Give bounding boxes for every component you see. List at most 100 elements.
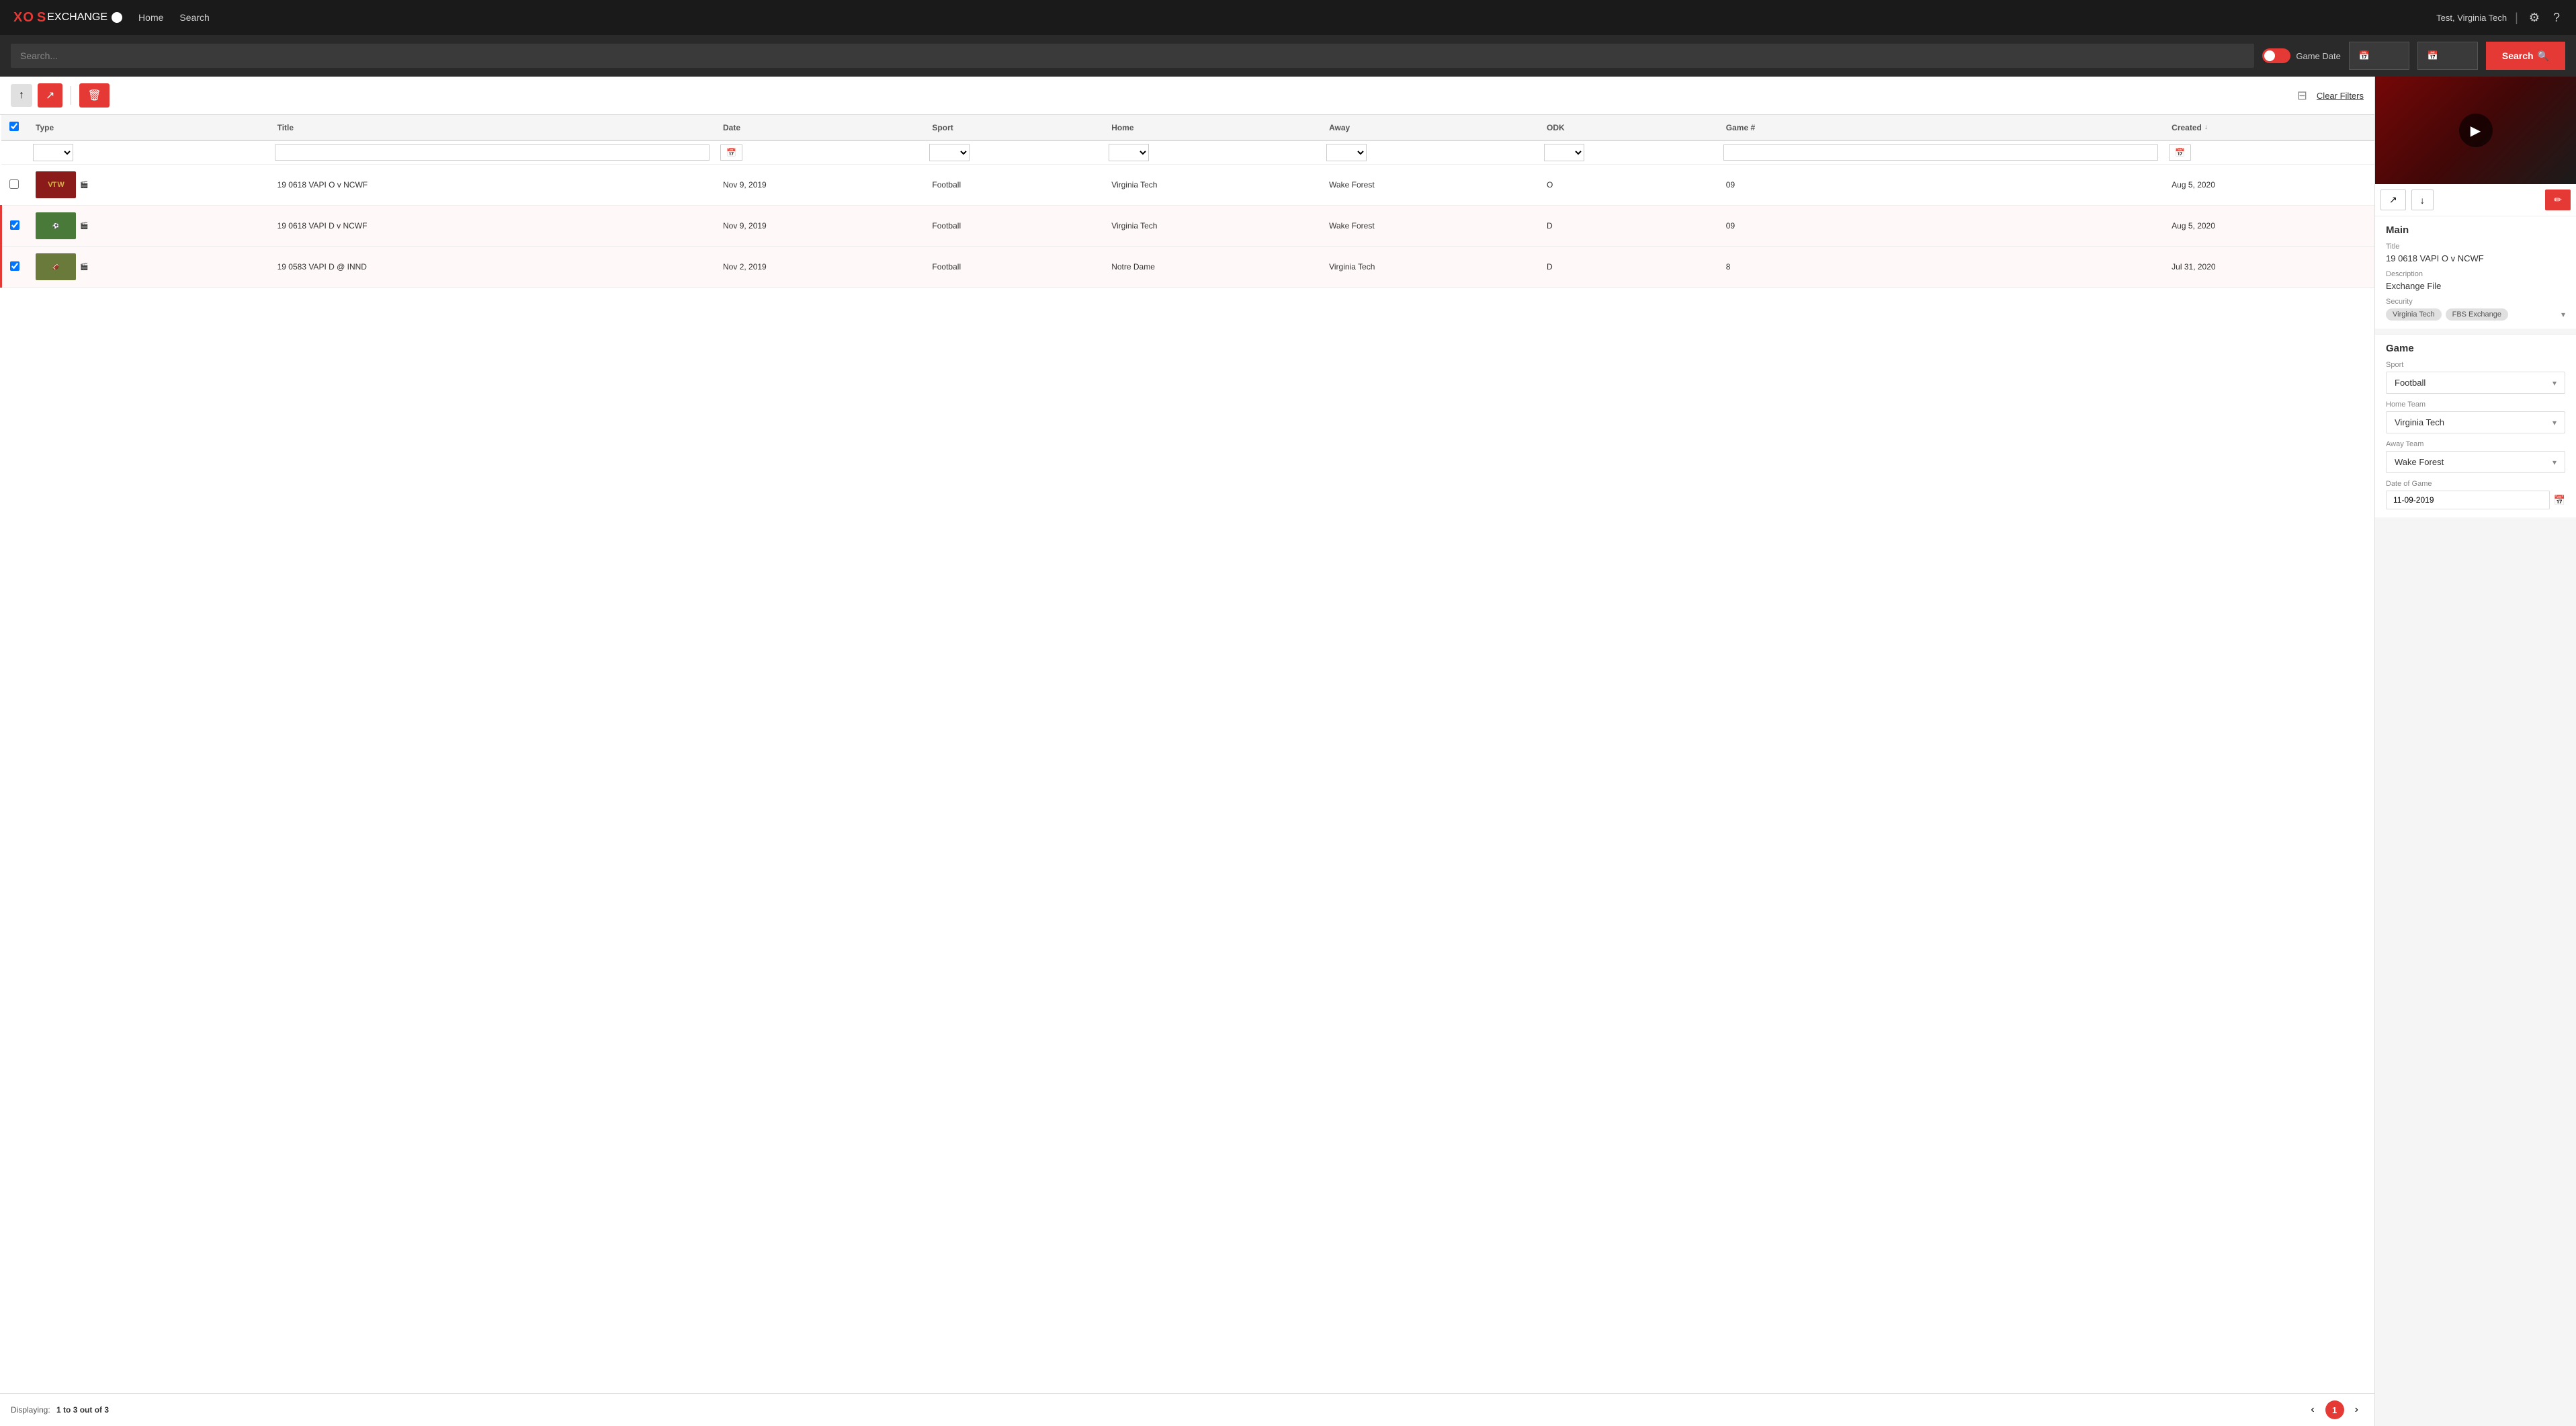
row-checkbox-2[interactable] [10, 220, 19, 230]
toggle-track[interactable] [2262, 48, 2290, 63]
security-tag-fbs: FBS Exchange [2446, 308, 2508, 321]
prev-page-button[interactable]: ‹ [2305, 1401, 2319, 1419]
security-tag-vt: Virginia Tech [2386, 308, 2442, 321]
filter-icon-button[interactable]: ⊟ [2293, 85, 2311, 107]
date-of-game-input[interactable] [2386, 491, 2550, 509]
search-icon: 🔍 [2538, 50, 2549, 62]
delete-button[interactable]: 🗑 [79, 83, 109, 108]
type-filter-select[interactable] [33, 144, 73, 161]
settings-button[interactable]: ⚙ [2526, 8, 2542, 28]
share-icon: ↗ [46, 89, 54, 102]
row-checkbox-cell[interactable] [1, 165, 28, 206]
row-home-1: Virginia Tech [1103, 165, 1321, 206]
detail-main-section: Main Title 19 0618 VAPI O v NCWF Descrip… [2375, 216, 2576, 329]
top-navigation: XOS EXCHANGE Home Search Test, Virginia … [0, 0, 2576, 35]
table-row[interactable]: VT W 🎬 19 0618 VAPI O v NCWF Nov 9, 2019… [1, 165, 2375, 206]
toggle-thumb [2264, 50, 2275, 61]
filter-game-num[interactable] [1718, 140, 2163, 165]
row-sport-2: Football [924, 206, 1103, 247]
logo-exchange: EXCHANGE [47, 11, 108, 24]
sport-label: Sport [2386, 361, 2565, 369]
preview-share-button[interactable]: ↗ [2380, 190, 2406, 210]
title-filter-input[interactable] [275, 144, 710, 161]
next-page-button[interactable]: › [2350, 1401, 2364, 1419]
row-created-1: Aug 5, 2020 [2163, 165, 2374, 206]
game-section-title: Game [2386, 343, 2565, 354]
col-created: Created ↓ [2163, 115, 2374, 140]
row-checkbox-cell[interactable] [1, 247, 28, 288]
home-team-label: Home Team [2386, 401, 2565, 409]
main-layout: ↑ ↗ 🗑 ⊟ Clear Filters [0, 77, 2576, 1426]
nav-home[interactable]: Home [138, 12, 163, 23]
row-checkbox-3[interactable] [10, 261, 19, 271]
thumb-cell-2: ⚽ 🎬 [36, 212, 261, 239]
search-input-wrap [11, 44, 2254, 68]
row-checkbox-cell[interactable] [1, 206, 28, 247]
date-of-game-calendar-icon[interactable]: 📅 [2554, 495, 2565, 506]
row-type-3: 🏈 🎬 [28, 247, 269, 288]
nav-right: Test, Virginia Tech | ⚙ ? [2436, 8, 2563, 28]
row-date-3: Nov 2, 2019 [715, 247, 924, 288]
current-page[interactable]: 1 [2325, 1400, 2344, 1419]
table-row[interactable]: 🏈 🎬 19 0583 VAPI D @ INND Nov 2, 2019 Fo… [1, 247, 2375, 288]
clear-filters-button[interactable]: Clear Filters [2317, 91, 2364, 101]
row-title-1: 19 0618 VAPI O v NCWF [269, 165, 715, 206]
created-filter-button[interactable]: 📅 [2169, 144, 2191, 161]
game-date-toggle[interactable] [2262, 48, 2290, 63]
select-all-checkbox[interactable] [9, 122, 19, 131]
thumb-cell-3: 🏈 🎬 [36, 253, 261, 280]
calendar-icon: 📅 [2359, 50, 2370, 61]
logo-xo: XO [13, 10, 34, 26]
thumb-cell-1: VT W 🎬 [36, 171, 261, 198]
away-team-dropdown[interactable]: Wake Forest ▾ [2386, 451, 2565, 473]
away-filter-select[interactable] [1326, 144, 1367, 161]
share-button[interactable]: ↗ [38, 83, 62, 108]
game-num-filter-input[interactable] [1723, 144, 2158, 161]
filter-sport[interactable] [924, 140, 1103, 165]
sport-dropdown[interactable]: Football ▾ [2386, 372, 2565, 394]
filter-date[interactable]: 📅 [715, 140, 924, 165]
filter-row: 📅 [1, 140, 2375, 165]
row-home-2: Virginia Tech [1103, 206, 1321, 247]
row-checkbox-1[interactable] [9, 179, 19, 189]
play-button[interactable]: ▶ [2459, 114, 2493, 147]
row-game-3: 8 [1718, 247, 2163, 288]
col-home: Home [1103, 115, 1321, 140]
preview-actions: ↗ ↓ ✏ [2375, 184, 2576, 216]
select-all-header[interactable] [1, 115, 28, 140]
preview-download-button[interactable]: ↓ [2411, 190, 2434, 210]
date-filter-button[interactable]: 📅 [720, 144, 742, 161]
table-row[interactable]: ⚽ 🎬 19 0618 VAPI D v NCWF Nov 9, 2019 Fo… [1, 206, 2375, 247]
home-dropdown-arrow: ▾ [2552, 418, 2557, 427]
calendar-icon-2: 📅 [2428, 50, 2438, 61]
table-wrap: Type Title Date Sport Home Away ODK Game… [0, 115, 2374, 1393]
filter-home[interactable] [1103, 140, 1321, 165]
start-date-picker[interactable]: 📅 [2349, 42, 2409, 70]
filter-odk[interactable] [1539, 140, 1718, 165]
description-label: Description [2386, 270, 2565, 278]
security-label: Security [2386, 298, 2565, 306]
end-date-picker[interactable]: 📅 [2417, 42, 2478, 70]
search-input[interactable] [11, 44, 2254, 68]
preview-edit-button[interactable]: ✏ [2545, 190, 2571, 210]
search-bar-row: Game Date 📅 📅 Search 🔍 [0, 35, 2576, 77]
home-filter-select[interactable] [1109, 144, 1149, 161]
away-team-label: Away Team [2386, 440, 2565, 448]
security-dropdown-arrow[interactable]: ▾ [2561, 310, 2565, 319]
filter-created[interactable]: 📅 [2163, 140, 2374, 165]
toolbar: ↑ ↗ 🗑 ⊟ Clear Filters [0, 77, 2374, 115]
help-button[interactable]: ? [2550, 8, 2563, 28]
row-odk-2: D [1539, 206, 1718, 247]
upload-button[interactable]: ↑ [11, 84, 32, 107]
row-odk-3: D [1539, 247, 1718, 288]
sport-filter-select[interactable] [929, 144, 970, 161]
filter-type[interactable] [28, 140, 269, 165]
filter-away[interactable] [1321, 140, 1539, 165]
odk-filter-select[interactable] [1544, 144, 1584, 161]
row-away-3: Virginia Tech [1321, 247, 1539, 288]
home-team-dropdown[interactable]: Virginia Tech ▾ [2386, 411, 2565, 433]
search-button[interactable]: Search 🔍 [2486, 42, 2565, 70]
filter-title[interactable] [269, 140, 715, 165]
row-title-3: 19 0583 VAPI D @ INND [269, 247, 715, 288]
nav-search[interactable]: Search [179, 12, 209, 23]
